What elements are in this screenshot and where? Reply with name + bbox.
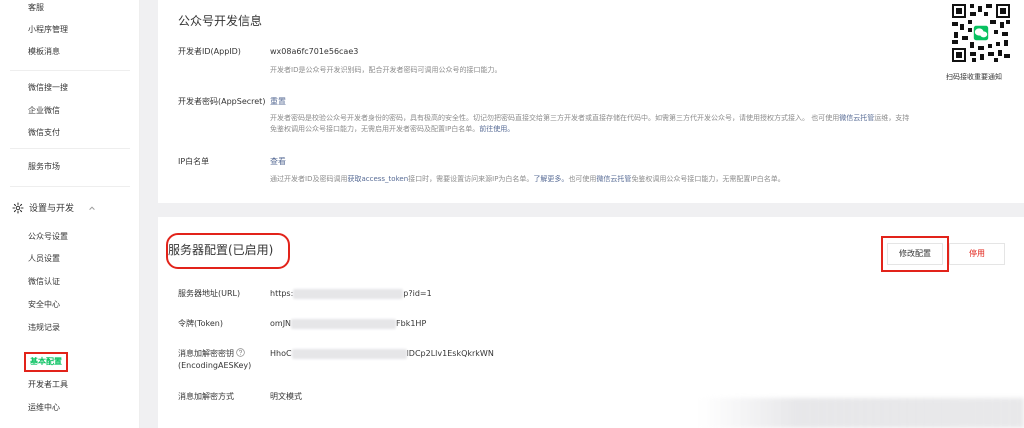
help-icon[interactable] [236,348,245,357]
sidebar-item-work[interactable]: 企业微信 [28,105,60,117]
aeskey-label-sub: (EncodingAESKey) [178,361,252,370]
ip-desc-text-3: 也可使用 [568,175,597,183]
sidebar-item-label: 微信搜一搜 [28,83,68,92]
masked-aeskey [291,348,407,359]
secret-label: 开发者密码(AppSecret) [178,97,266,106]
sidebar-item-label: 公众号设置 [28,232,68,241]
go-use-link[interactable]: 前往使用。 [479,125,514,133]
gear-icon [12,201,24,214]
sidebar-item-account-settings[interactable]: 公众号设置 [28,231,68,243]
aeskey-prefix: HhoC [270,349,292,358]
sidebar-item-label: 企业微信 [28,106,60,115]
aeskey-value: HhoC lDCp2Llv1EskQkrkWN [270,348,494,360]
sidebar-item-label: 运维中心 [28,403,60,412]
sidebar-item-label: 基本配置 [30,357,62,366]
masked-token [291,318,397,329]
sidebar-item-miniprogram[interactable]: 小程序管理 [28,24,68,36]
qr-notice: 扫码接收重要通知 [936,0,1024,92]
aeskey-label: 消息加解密密钥 (EncodingAESKey) [178,348,270,372]
token-value: omJN Fbk1HP [270,318,426,330]
appid-value: wx08a6fc701e56cae3 [270,47,359,56]
sidebar-item-basic-config[interactable]: 基本配置 [24,352,68,372]
sidebar-item-label: 服务市场 [28,162,60,171]
token-label: 令牌(Token) [178,319,224,328]
access-token-link[interactable]: 获取access_token [347,175,408,183]
watermark-blur [700,398,1024,428]
aeskey-suffix: lDCp2Llv1EskQkrkWN [406,349,494,358]
ip-desc-text-4: 免鉴权调用公众号接口能力，无需配置IP白名单。 [631,175,785,183]
qr-code-icon [950,2,1012,64]
secret-desc: 开发者密码是校验公众号开发者身份的密码，具有极高的安全性。切记勿把密码直接交给第… [270,113,915,135]
secret-desc-text-2: 免鉴权调用公众号接口能力，无需启用开发者密码及配置IP白名单。 [270,125,480,133]
edit-config-button[interactable]: 修改配置 [887,243,943,265]
server-url-prefix: https: [270,289,294,298]
sidebar-divider [10,186,130,187]
ip-desc-text-2: 接口时，需要设置访问来源IP为白名单。 [408,175,534,183]
dev-info-title: 公众号开发信息 [178,14,263,28]
ip-whitelist-desc: 通过开发者ID及密码调用获取access_token接口时，需要设置访问来源IP… [270,174,970,185]
sidebar-item-label: 安全中心 [28,300,60,309]
sidebar-divider [10,148,130,149]
cloud-hosting-link-2[interactable]: 微信云托管 [596,175,631,183]
sidebar-item-label: 客服 [28,3,44,12]
sidebar-divider [10,70,130,71]
chevron-up-icon [89,206,95,210]
sidebar-item-verify[interactable]: 微信认证 [28,276,60,288]
sidebar-group-label: 设置与开发 [29,204,75,214]
ip-desc-text-1: 通过开发者ID及密码调用 [270,175,348,183]
sidebar-item-label: 模板消息 [28,47,60,56]
sidebar-item-label: 开发者工具 [28,380,68,389]
learn-more-link[interactable]: 了解更多。 [533,175,568,183]
aeskey-label-text: 消息加解密密钥 [178,349,234,358]
server-url-suffix: p?id=1 [403,289,432,298]
cloud-hosting-link[interactable]: 微信云托管 [839,114,874,122]
sidebar-item-staff[interactable]: 人员设置 [28,253,60,265]
sidebar-item-violation[interactable]: 违规记录 [28,322,60,334]
server-url-label: 服务器地址(URL) [178,289,241,298]
secret-desc-text-prefix-2: 运维，支持 [874,114,910,122]
dev-info-card: 公众号开发信息 开发者ID(AppID) wx08a6fc701e56cae3 … [158,0,1024,203]
server-config-title: 服务器配置(已启用) [168,243,274,257]
appid-label: 开发者ID(AppID) [178,47,241,56]
sidebar: 客服 小程序管理 模板消息 微信搜一搜 企业微信 微信支付 服务市场 设置与开发… [0,0,140,428]
sidebar-item-dev-tools[interactable]: 开发者工具 [28,379,68,391]
appid-desc: 开发者ID是公众号开发识别码，配合开发者密码可调用公众号的接口能力。 [270,66,502,74]
sidebar-item-security[interactable]: 安全中心 [28,299,60,311]
sidebar-item-label: 小程序管理 [28,25,68,34]
encrypt-mode-value: 明文模式 [270,392,302,401]
secret-desc-text-1: 开发者密码是校验公众号开发者身份的密码，具有极高的安全性。切记勿把密码直接交给第… [270,114,840,122]
sidebar-item-ops[interactable]: 运维中心 [28,402,60,414]
sidebar-item-label: 人员设置 [28,254,60,263]
masked-url [293,288,404,299]
token-prefix: omJN [270,319,292,328]
token-suffix: Fbk1HP [396,319,427,328]
sidebar-item-template[interactable]: 模板消息 [28,46,60,58]
server-url-value: https: p?id=1 [270,288,432,300]
sidebar-item-search[interactable]: 微信搜一搜 [28,82,68,94]
ip-whitelist-label: IP白名单 [178,157,210,166]
disable-button[interactable]: 停用 [949,243,1005,265]
sidebar-item-pay[interactable]: 微信支付 [28,127,60,139]
sidebar-group-settings[interactable]: 设置与开发 [12,201,96,214]
sidebar-item-kefu[interactable]: 客服 [28,2,44,14]
sidebar-item-label: 违规记录 [28,323,60,332]
ip-whitelist-view-link[interactable]: 查看 [270,156,286,168]
secret-reset-link[interactable]: 重置 [270,96,286,108]
encrypt-mode-label: 消息加解密方式 [178,392,234,401]
sidebar-item-market[interactable]: 服务市场 [28,161,60,173]
server-config-card: 服务器配置(已启用) 修改配置 停用 服务器地址(URL) https: p?id… [158,217,1024,428]
sidebar-item-label: 微信认证 [28,277,60,286]
qr-label: 扫码接收重要通知 [946,73,1002,81]
sidebar-item-label: 微信支付 [28,128,60,137]
